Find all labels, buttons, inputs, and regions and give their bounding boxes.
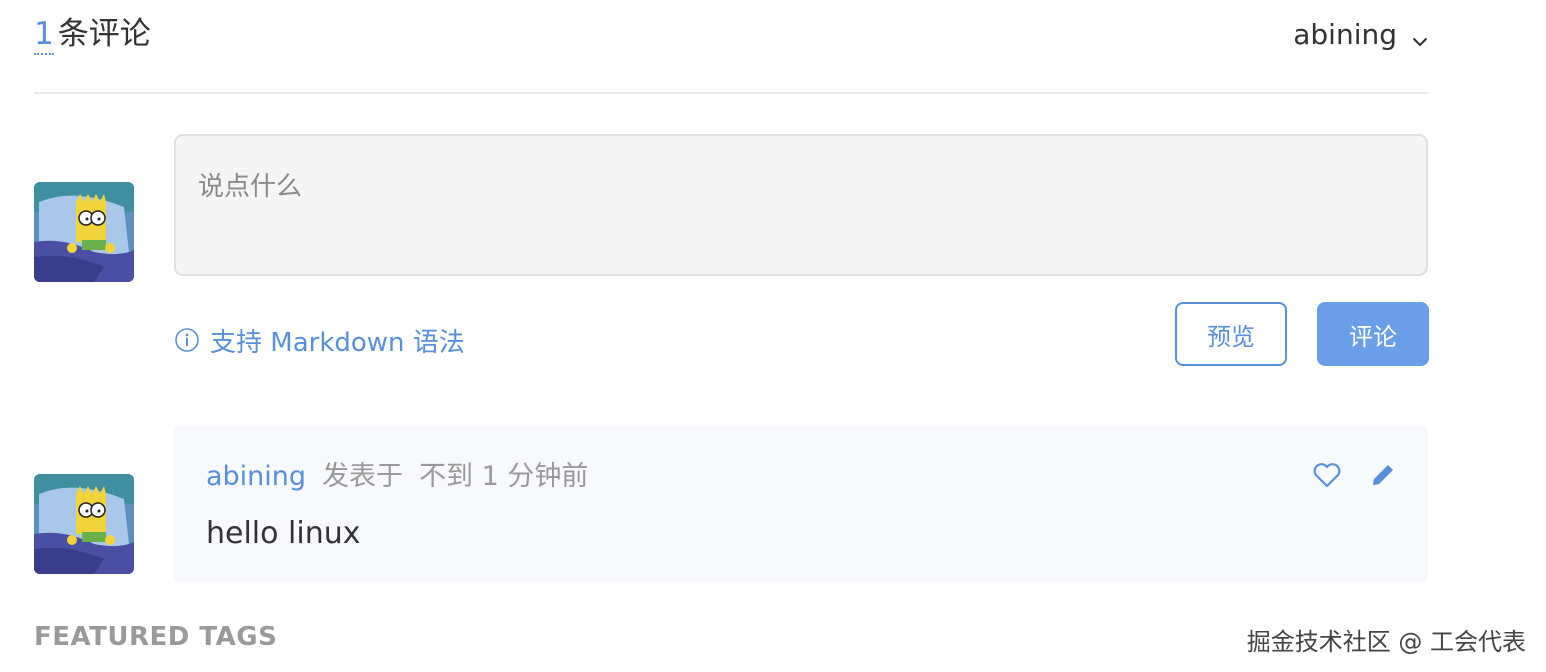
info-circle-icon [174,327,200,353]
comment-author[interactable]: abining [206,461,306,492]
featured-tags-heading: FEATURED TAGS [34,622,278,652]
comment-editor[interactable] [174,134,1428,276]
comment-count-label: 条评论 [57,16,151,52]
heart-icon[interactable] [1312,460,1342,490]
markdown-hint-text: 支持 Markdown 语法 [210,327,465,358]
comment-time: 不到 1 分钟前 [419,461,589,492]
current-user-name: abining [1293,17,1397,51]
comment-author-avatar [34,474,134,574]
submit-comment-button[interactable]: 评论 [1317,302,1429,366]
comment-posted-label: 发表于 [322,461,404,492]
pencil-icon[interactable] [1368,460,1398,490]
comment-textarea[interactable] [176,136,1426,274]
markdown-hint-link[interactable]: 支持 Markdown 语法 [174,320,465,360]
preview-button[interactable]: 预览 [1175,302,1287,366]
comment-actions [1312,460,1398,490]
comment-body: hello linux [206,516,361,551]
user-dropdown[interactable]: abining [1293,12,1429,56]
chevron-down-icon [1411,25,1429,46]
comments-header: 1 条评论 abining [34,12,1429,94]
comment-count: 1 条评论 [34,12,151,56]
comment-count-number[interactable]: 1 [34,16,54,55]
user-avatar [34,182,134,282]
watermark: 掘金技术社区 @ 工会代表 [1246,628,1526,656]
comment-meta: abining 发表于 不到 1 分钟前 [206,454,588,493]
comment-item: abining 发表于 不到 1 分钟前 hello linux [174,426,1428,582]
